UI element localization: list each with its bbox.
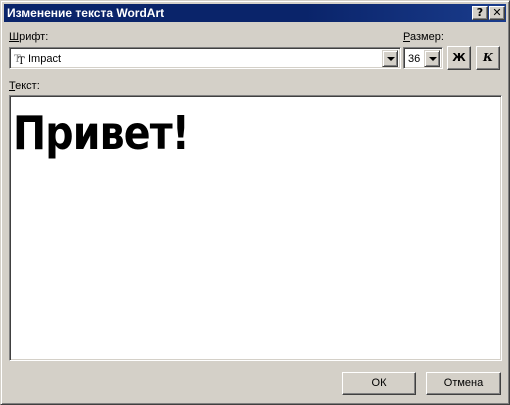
cancel-button[interactable]: Отмена: [426, 372, 501, 395]
font-label-access-key: Ш: [9, 31, 20, 43]
text-label-rest: екст:: [15, 80, 40, 92]
size-dropdown-button[interactable]: [424, 50, 440, 67]
bold-label: Ж: [452, 51, 466, 64]
ok-button[interactable]: ОК: [342, 372, 416, 395]
title-bar: Изменение текста WordArt ? ✕: [4, 4, 506, 22]
size-combobox[interactable]: 36: [403, 47, 443, 69]
size-label-rest: азмер:: [409, 31, 444, 43]
text-area[interactable]: Привет!: [9, 95, 502, 361]
font-label: Шрифт:: [9, 31, 48, 43]
italic-label: К: [482, 51, 493, 64]
size-label: Размер:: [403, 31, 444, 43]
font-dropdown-button[interactable]: [382, 50, 398, 67]
close-button[interactable]: ✕: [489, 6, 505, 20]
wordart-dialog: Изменение текста WordArt ? ✕ Шрифт: T T …: [0, 0, 510, 405]
italic-button[interactable]: К: [476, 46, 500, 70]
bold-button[interactable]: Ж: [447, 46, 471, 70]
font-label-rest: рифт:: [19, 31, 49, 43]
size-label-access-key: Р: [403, 31, 410, 43]
help-button[interactable]: ?: [472, 6, 488, 20]
size-value: 36: [408, 53, 421, 65]
font-value: Impact: [28, 53, 62, 65]
svg-text:T: T: [18, 56, 25, 65]
ok-label: ОК: [371, 377, 387, 389]
cancel-label: Отмена: [443, 377, 484, 389]
help-icon: ?: [476, 6, 484, 19]
text-label: Текст:: [9, 80, 40, 92]
dialog-title: Изменение текста WordArt: [7, 6, 165, 20]
truetype-icon: T T: [14, 54, 25, 65]
close-icon: ✕: [492, 6, 502, 19]
font-combobox[interactable]: T T Impact: [9, 47, 401, 69]
wordart-text-value: Привет!: [13, 106, 190, 160]
